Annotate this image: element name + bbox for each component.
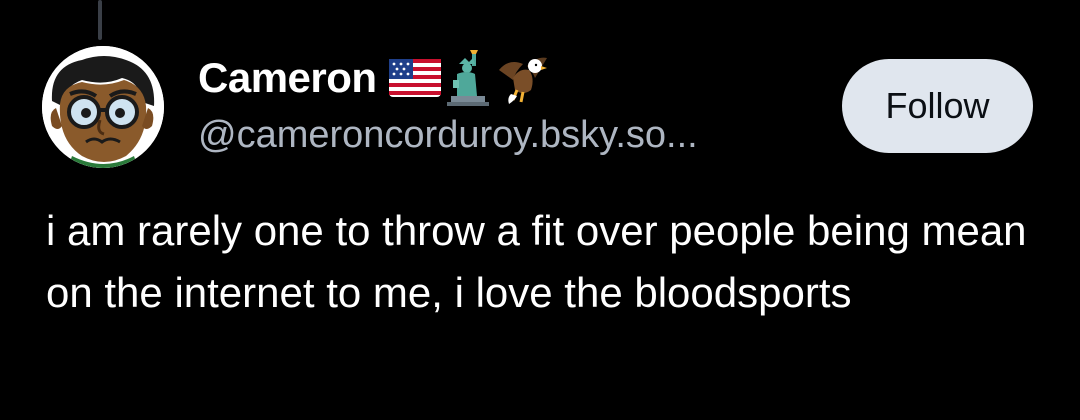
eagle-icon xyxy=(495,50,551,106)
statue-of-liberty-icon xyxy=(443,50,493,106)
name-flair xyxy=(388,50,551,106)
post-text: i am rarely one to throw a fit over peop… xyxy=(46,207,1027,316)
avatar[interactable] xyxy=(42,46,164,168)
post-card: Cameron @cameroncorduroy.bsky.so... Foll… xyxy=(0,0,1080,420)
display-name-row: Cameron xyxy=(198,50,551,106)
handle[interactable]: @cameroncorduroy.bsky.so... xyxy=(198,114,698,157)
follow-button[interactable]: Follow xyxy=(842,59,1033,153)
thread-connector-line xyxy=(98,0,102,40)
us-flag-icon xyxy=(388,59,441,97)
display-name[interactable]: Cameron xyxy=(198,54,377,102)
